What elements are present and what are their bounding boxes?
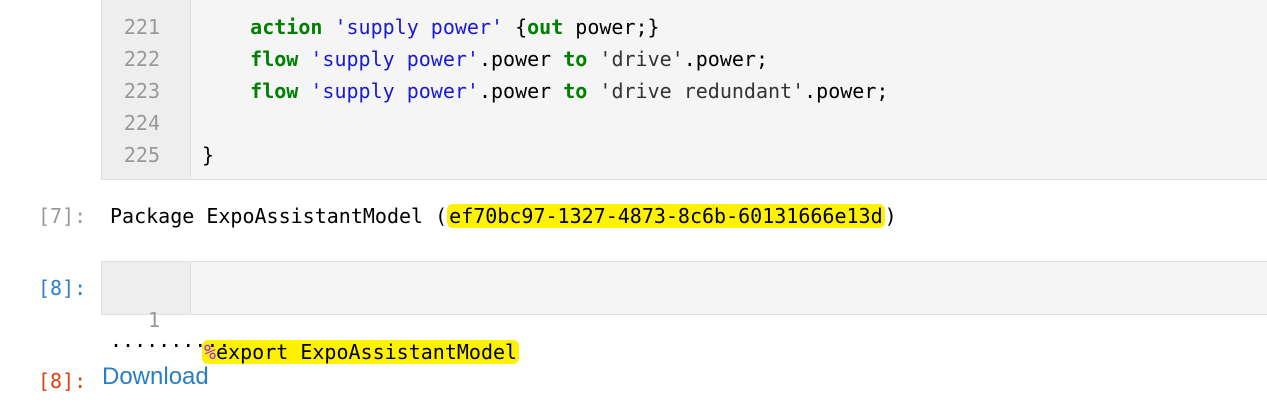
code-line: 221 action 'supply power' {out power;} [102, 11, 1267, 43]
code-text: flow 'supply power'.power to 'drive redu… [202, 75, 888, 107]
code-token: .power; [804, 79, 889, 103]
code-token: 'drive' [599, 47, 684, 71]
line-number: 221 [123, 15, 160, 39]
code-line: 222 flow 'supply power'.power to 'drive'… [102, 43, 1267, 75]
package-prefix: Package ExpoAssistantModel ( [110, 204, 448, 228]
code-line: 1 %export ExpoAssistantModel [102, 272, 1267, 364]
code-text: action 'supply power' {out power;} [202, 11, 660, 43]
code-token: action [250, 15, 323, 39]
code-token: .power; [683, 47, 768, 71]
progress-dots: .......... [110, 328, 231, 352]
code-text: %export ExpoAssistantModel [202, 336, 520, 368]
code-line: 223 flow 'supply power'.power to 'drive … [102, 75, 1267, 107]
package-suffix: ) [884, 204, 897, 228]
output-prompt-7: [7]: [38, 204, 87, 228]
code-token: flow [250, 79, 299, 103]
code-token: } [202, 143, 215, 167]
code-token: .power [478, 47, 564, 71]
download-link[interactable]: Download [102, 362, 209, 392]
line-number: 225 [123, 143, 160, 167]
input-prompt-8: [8]: [38, 276, 87, 300]
code-line: 224 [102, 107, 1267, 139]
line-number: 223 [123, 79, 160, 103]
line-number: 222 [123, 47, 160, 71]
line-number: 224 [123, 111, 160, 135]
code-cell-export[interactable]: 1 %export ExpoAssistantModel [101, 261, 1267, 364]
code-token: { [503, 15, 528, 39]
code-token: out [527, 15, 564, 39]
code-token: flow [250, 47, 299, 71]
export-command: export ExpoAssistantModel [216, 340, 518, 364]
output-prompt-8: [8]: [38, 369, 87, 393]
code-token: to [563, 79, 588, 103]
code-token: 'supply power' [310, 79, 479, 103]
package-output: Package ExpoAssistantModel (ef70bc97-132… [110, 202, 897, 230]
notebook-page: 221 action 'supply power' {out power;} 22… [0, 0, 1267, 408]
code-line: 225} [102, 139, 1267, 171]
package-uuid: ef70bc97-1327-4873-8c6b-60131666e13d [447, 204, 885, 228]
code-token: .power [478, 79, 564, 103]
code-text: } [202, 139, 214, 171]
code-token: power;} [563, 15, 660, 39]
code-text: flow 'supply power'.power to 'drive'.pow… [202, 43, 768, 75]
code-token: 'supply power' [310, 47, 479, 71]
code-token: 'drive redundant' [599, 79, 805, 103]
code-token: to [563, 47, 588, 71]
code-token: 'supply power' [334, 15, 504, 39]
code-cell-top[interactable]: 221 action 'supply power' {out power;} 22… [101, 0, 1267, 180]
